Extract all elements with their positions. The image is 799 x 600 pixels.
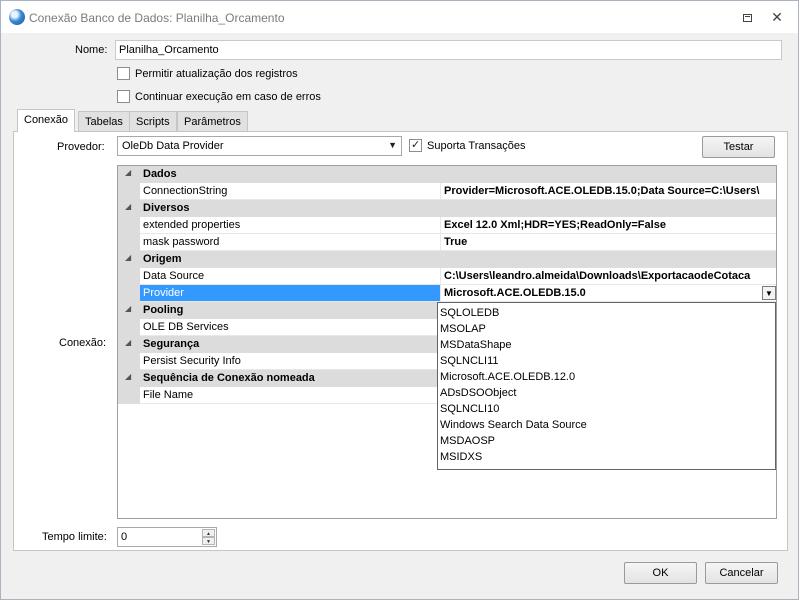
tab-tabelas[interactable]: Tabelas: [78, 111, 130, 133]
dropdown-item[interactable]: MSDataShape: [438, 337, 775, 353]
grid-category[interactable]: ◢ Dados: [118, 166, 776, 183]
grid-category-label: Dados: [143, 168, 177, 180]
dropdown-item[interactable]: MSIDXS: [438, 449, 775, 465]
connection-label: Conexão:: [59, 337, 107, 349]
allow-update-label: Permitir atualização dos registros: [135, 68, 298, 80]
continue-on-error-checkbox[interactable]: [117, 90, 130, 103]
grid-category-label: Pooling: [143, 304, 184, 316]
grid-category-label: Origem: [143, 253, 182, 265]
grid-property-value-text: Provider=Microsoft.ACE.OLEDB.15.0;Data S…: [444, 185, 760, 197]
chevron-down-icon: ▼: [388, 140, 397, 150]
grid-property-name[interactable]: OLE DB Services: [140, 319, 440, 336]
name-label: Nome:: [75, 44, 108, 56]
connection-dialog: Conexão Banco de Dados: Planilha_Orcamen…: [0, 0, 799, 600]
grid-property-name[interactable]: Data Source: [140, 268, 440, 285]
provider-select[interactable]: OleDb Data Provider ▼: [117, 136, 402, 156]
collapse-icon[interactable]: ◢: [125, 372, 131, 381]
grid-row-margin: [118, 353, 140, 370]
close-icon: ✕: [771, 9, 783, 25]
spin-up-icon[interactable]: ▲: [202, 529, 215, 537]
test-button[interactable]: Testar: [702, 136, 775, 158]
grid-row-margin: [118, 234, 140, 251]
tab-conexao[interactable]: Conexão: [17, 109, 76, 132]
dropdown-item[interactable]: MSOLAP: [438, 321, 775, 337]
close-button[interactable]: ✕: [766, 7, 788, 27]
collapse-icon[interactable]: ◢: [125, 202, 131, 211]
grid-category[interactable]: ◢ Diversos: [118, 200, 776, 217]
dropdown-item[interactable]: ADsDSOObject: [438, 385, 775, 401]
supports-transactions-checkbox[interactable]: [409, 138, 422, 152]
dropdown-item[interactable]: SQLOLEDB: [438, 305, 775, 321]
grid-category-label: Diversos: [143, 202, 190, 214]
grid-row-margin: [118, 285, 140, 302]
grid-property-value[interactable]: Microsoft.ACE.OLEDB.15.0 ▼: [440, 285, 776, 302]
grid-property-value[interactable]: Provider=Microsoft.ACE.OLEDB.15.0;Data S…: [440, 183, 776, 200]
grid-row-margin: [118, 183, 140, 200]
grid-property-value[interactable]: C:\Users\leandro.almeida\Downloads\Expor…: [440, 268, 776, 285]
grid-property-row[interactable]: Data Source C:\Users\leandro.almeida\Down…: [118, 268, 776, 285]
grid-property-value[interactable]: True: [440, 234, 776, 251]
grid-property-row[interactable]: mask password True: [118, 234, 776, 251]
collapse-icon[interactable]: ◢: [125, 253, 131, 262]
grid-property-value-text: True: [444, 236, 468, 248]
grid-row-margin: [118, 217, 140, 234]
grid-property-name[interactable]: mask password: [140, 234, 440, 251]
restore-window-icon: [742, 14, 752, 22]
collapse-icon[interactable]: ◢: [125, 168, 131, 177]
timeout-spinner[interactable]: 0 ▲ ▼: [117, 527, 217, 547]
grid-property-name[interactable]: Provider: [140, 285, 440, 302]
collapse-icon[interactable]: ◢: [125, 304, 131, 313]
supports-transactions-label: Suporta Transações: [427, 140, 526, 152]
restore-button[interactable]: [736, 7, 758, 27]
grid-property-name[interactable]: extended properties: [140, 217, 440, 234]
continue-on-error-label: Continuar execução em caso de erros: [135, 91, 321, 103]
name-input[interactable]: Planilha_Orcamento: [115, 40, 782, 60]
allow-update-checkbox[interactable]: [117, 67, 130, 80]
grid-property-row[interactable]: extended properties Excel 12.0 Xml;HDR=YE…: [118, 217, 776, 234]
grid-property-value-text: Excel 12.0 Xml;HDR=YES;ReadOnly=False: [444, 219, 666, 231]
provider-select-value: OleDb Data Provider: [122, 140, 224, 152]
grid-row-margin: [118, 319, 140, 336]
grid-property-row[interactable]: Provider Microsoft.ACE.OLEDB.15.0 ▼: [118, 285, 776, 302]
dropdown-item[interactable]: SQLNCLI10: [438, 401, 775, 417]
ok-button[interactable]: OK: [624, 562, 697, 584]
app-icon: [9, 9, 25, 25]
dropdown-item[interactable]: MSDAOSP: [438, 433, 775, 449]
dropdown-item[interactable]: SQLNCLI11: [438, 353, 775, 369]
grid-category[interactable]: ◢ Origem: [118, 251, 776, 268]
tab-parametros[interactable]: Parâmetros: [177, 111, 248, 133]
grid-property-value-text: C:\Users\leandro.almeida\Downloads\Expor…: [444, 270, 751, 282]
timeout-value: 0: [121, 531, 128, 543]
grid-property-value-text: Microsoft.ACE.OLEDB.15.0: [444, 287, 586, 299]
dropdown-item[interactable]: Windows Search Data Source: [438, 417, 775, 433]
grid-category-label: Sequência de Conexão nomeada: [143, 372, 315, 384]
timeout-label: Tempo limite:: [42, 531, 107, 543]
provider-label: Provedor:: [57, 141, 105, 153]
collapse-icon[interactable]: ◢: [125, 338, 131, 347]
provider-dropdown-list[interactable]: SQLOLEDB MSOLAP MSDataShape SQLNCLI11 Micros…: [437, 302, 776, 470]
chevron-down-icon[interactable]: ▼: [762, 286, 776, 300]
tab-scripts[interactable]: Scripts: [129, 111, 177, 133]
grid-row-margin: [118, 268, 140, 285]
grid-property-name[interactable]: Persist Security Info: [140, 353, 440, 370]
grid-category-label: Segurança: [143, 338, 200, 350]
grid-property-value[interactable]: Excel 12.0 Xml;HDR=YES;ReadOnly=False: [440, 217, 776, 234]
grid-row-margin: [118, 387, 140, 404]
grid-property-name[interactable]: File Name: [140, 387, 440, 404]
cancel-button[interactable]: Cancelar: [705, 562, 778, 584]
spin-down-icon[interactable]: ▼: [202, 537, 215, 545]
dropdown-item[interactable]: Microsoft.ACE.OLEDB.12.0: [438, 369, 775, 385]
grid-property-row[interactable]: ConnectionString Provider=Microsoft.ACE.O…: [118, 183, 776, 200]
grid-property-name[interactable]: ConnectionString: [140, 183, 440, 200]
title-bar: Conexão Banco de Dados: Planilha_Orcamen…: [1, 1, 798, 33]
window-title: Conexão Banco de Dados: Planilha_Orcamen…: [29, 11, 285, 25]
